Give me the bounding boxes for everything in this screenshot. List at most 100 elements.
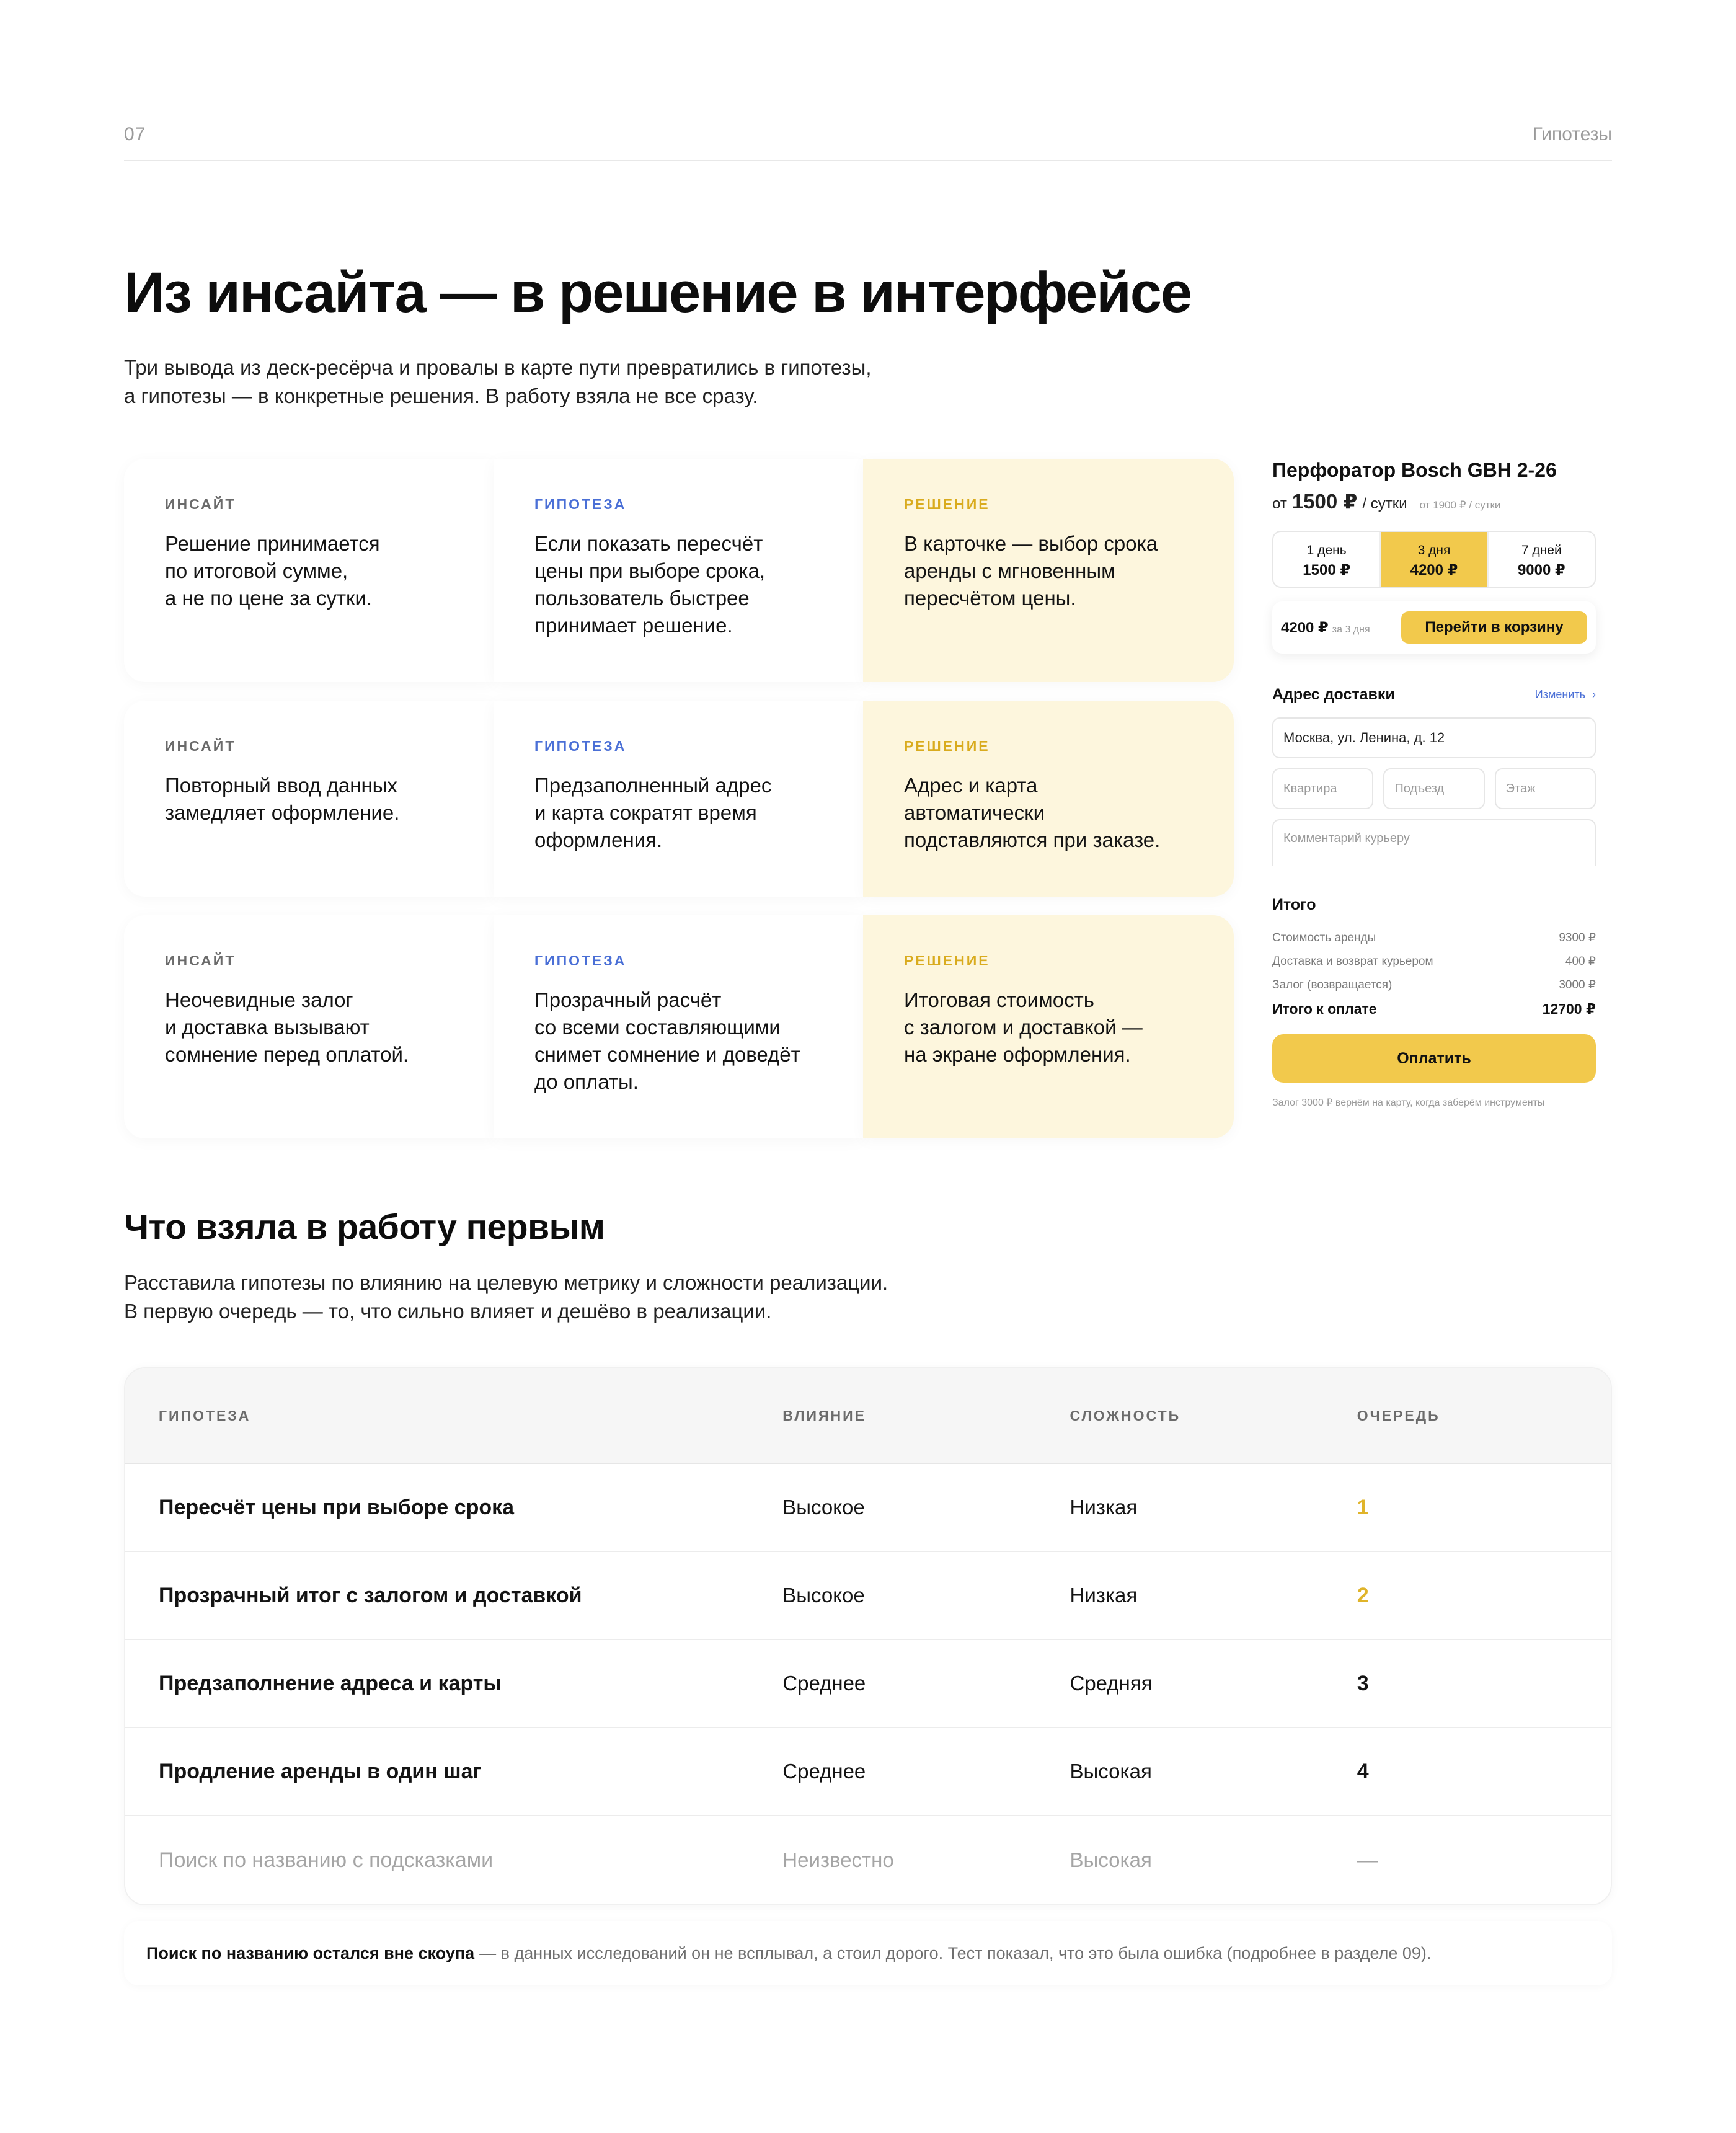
hypothesis-label: ГИПОТЕЗА bbox=[534, 496, 627, 512]
product-title: Перфоратор Bosch GBH 2-26 bbox=[1272, 459, 1557, 481]
queue-value: — bbox=[1357, 1848, 1378, 1872]
complexity-value: Низкая bbox=[1070, 1584, 1138, 1607]
priority-lead: Расставила гипотезы по влиянию на целеву… bbox=[124, 1269, 1178, 1326]
address-field[interactable]: Москва, ул. Ленина, д. 12 bbox=[1272, 717, 1596, 758]
hypothesis-name: Продление аренды в один шаг bbox=[159, 1759, 482, 1783]
address-title: Адрес доставки bbox=[1272, 686, 1395, 703]
queue-value: 3 bbox=[1357, 1671, 1369, 1695]
queue-value: 1 bbox=[1357, 1495, 1369, 1519]
column-header-impact: ВЛИЯНИЕ bbox=[782, 1407, 867, 1424]
text-line: Итоговая стоимость bbox=[904, 988, 1094, 1011]
complexity-value: Высокая bbox=[1070, 1848, 1152, 1871]
summary-line: Доставка и возврат курьером 400 ₽ bbox=[1272, 950, 1596, 973]
page-number: 07 bbox=[124, 124, 146, 144]
insight-label: ИНСАЙТ bbox=[165, 738, 236, 754]
text-line: оформления. bbox=[534, 828, 663, 851]
table-header: ГИПОТЕЗА ВЛИЯНИЕ СЛОЖНОСТЬ ОЧЕРЕДЬ bbox=[125, 1368, 1611, 1464]
solution-text: Адрес и карта автоматически подставляютс… bbox=[904, 772, 1193, 854]
period-option-3-days[interactable]: 3 дня 4200 ₽ bbox=[1381, 532, 1489, 587]
table-row: Предзаполнение адреса и карты Среднее Ср… bbox=[125, 1640, 1611, 1728]
pay-note: Залог 3000 ₽ вернём на карту, когда забе… bbox=[1272, 1098, 1545, 1108]
text-line: Решение принимается bbox=[165, 532, 380, 555]
summary-list: Стоимость аренды 9300 ₽ Доставка и возвр… bbox=[1272, 926, 1596, 1021]
hypothesis-text: Прозрачный расчёт со всеми составляющими… bbox=[534, 987, 822, 1096]
period-days: 3 дня bbox=[1417, 543, 1451, 557]
text-line: со всеми составляющими bbox=[534, 1016, 781, 1039]
summary-value: 400 ₽ bbox=[1565, 955, 1596, 968]
text-line: Если показать пересчёт bbox=[534, 532, 763, 555]
hypothesis-card: ГИПОТЕЗА Прозрачный расчёт со всеми сост… bbox=[494, 915, 863, 1138]
pay-button[interactable]: Оплатить bbox=[1272, 1034, 1596, 1083]
text-line: аренды с мгновенным bbox=[904, 559, 1115, 582]
impact-value: Среднее bbox=[782, 1672, 866, 1695]
period-option-7-days[interactable]: 7 дней 9000 ₽ bbox=[1489, 532, 1595, 587]
lead-line: В первую очередь — то, что сильно влияет… bbox=[124, 1300, 772, 1323]
complexity-value: Высокая bbox=[1070, 1760, 1152, 1783]
hypothesis-text: Предзаполненный адрес и карта сократят в… bbox=[534, 772, 822, 854]
hypothesis-card: ГИПОТЕЗА Предзаполненный адрес и карта с… bbox=[494, 701, 863, 897]
page-header: 07 Гипотезы bbox=[124, 122, 1612, 161]
insight-row: ИНСАЙТ Решение принимается по итоговой с… bbox=[124, 459, 1234, 682]
queue-value: 2 bbox=[1357, 1583, 1369, 1607]
table-row: Пересчёт цены при выборе срока Высокое Н… bbox=[125, 1464, 1611, 1552]
text-line: с залогом и доставкой — bbox=[904, 1016, 1143, 1039]
table-row: Прозрачный итог с залогом и доставкой Вы… bbox=[125, 1552, 1611, 1640]
text-line: Прозрачный расчёт bbox=[534, 988, 722, 1011]
address-edit-link[interactable]: Изменить › bbox=[1535, 688, 1596, 701]
cart-period: за 3 дня bbox=[1332, 624, 1370, 635]
go-to-cart-button[interactable]: Перейти в корзину bbox=[1401, 611, 1587, 644]
text-line: а не по цене за сутки. bbox=[165, 587, 373, 610]
table-row: Продление аренды в один шаг Среднее Высо… bbox=[125, 1728, 1611, 1816]
hypothesis-name: Прозрачный итог с залогом и доставкой bbox=[159, 1583, 582, 1607]
complexity-value: Средняя bbox=[1070, 1672, 1153, 1695]
floor-field[interactable]: Этаж bbox=[1494, 768, 1596, 809]
lead-line: Расставила гипотезы по влиянию на целеву… bbox=[124, 1271, 888, 1294]
complexity-value: Низкая bbox=[1070, 1496, 1138, 1519]
text-line: по итоговой сумме, bbox=[165, 559, 348, 582]
summary-title: Итого bbox=[1272, 896, 1316, 913]
entrance-field[interactable]: Подъезд bbox=[1383, 768, 1485, 809]
total-label: Итого к оплате bbox=[1272, 1001, 1377, 1017]
hypothesis-label: ГИПОТЕЗА bbox=[534, 738, 627, 754]
scope-footnote: Поиск по названию остался вне скоупа — в… bbox=[124, 1921, 1612, 1985]
hypothesis-name: Поиск по названию с подсказками bbox=[159, 1848, 494, 1872]
summary-value: 9300 ₽ bbox=[1559, 931, 1596, 944]
insight-text: Повторный ввод данных замедляет оформлен… bbox=[165, 772, 453, 827]
insight-row: ИНСАЙТ Повторный ввод данных замедляет о… bbox=[124, 701, 1234, 897]
text-line: Предзаполненный адрес bbox=[534, 774, 772, 797]
priority-title: Что взяла в работу первым bbox=[124, 1207, 605, 1247]
solution-text: Итоговая стоимость с залогом и доставкой… bbox=[904, 987, 1193, 1068]
insight-card: ИНСАЙТ Решение принимается по итоговой с… bbox=[124, 459, 494, 682]
cart-bar: 4200 ₽ за 3 дня Перейти в корзину bbox=[1272, 601, 1596, 654]
summary-line: Стоимость аренды 9300 ₽ bbox=[1272, 926, 1596, 950]
table-row-out-of-scope: Поиск по названию с подсказками Неизвест… bbox=[125, 1816, 1611, 1904]
apartment-field[interactable]: Квартира bbox=[1272, 768, 1374, 809]
lead-line: а гипотезы — в конкретные решения. В раб… bbox=[124, 384, 758, 407]
impact-value: Среднее bbox=[782, 1760, 866, 1783]
text-line: подставляются при заказе. bbox=[904, 828, 1161, 851]
text-line: В карточке — выбор срока bbox=[904, 532, 1158, 555]
solution-text: В карточке — выбор срока аренды с мгнове… bbox=[904, 530, 1193, 612]
insight-label: ИНСАЙТ bbox=[165, 952, 236, 969]
text-line: на экране оформления. bbox=[904, 1043, 1131, 1066]
text-line: пересчётом цены. bbox=[904, 587, 1076, 610]
courier-comment-field[interactable]: Комментарий курьеру bbox=[1272, 819, 1596, 866]
text-line: автоматически bbox=[904, 801, 1045, 824]
product-price: от 1500 ₽ / сутки от 1900 ₽ / сутки bbox=[1272, 489, 1601, 513]
insight-card: ИНСАЙТ Повторный ввод данных замедляет о… bbox=[124, 701, 494, 897]
text-line: до оплаты. bbox=[534, 1070, 639, 1093]
impact-value: Высокое bbox=[782, 1584, 865, 1607]
price-unit: / сутки bbox=[1362, 495, 1407, 512]
hypothesis-label: ГИПОТЕЗА bbox=[534, 952, 627, 969]
solution-label: РЕШЕНИЕ bbox=[904, 738, 990, 754]
chevron-right-icon: › bbox=[1592, 688, 1596, 701]
price-from: от bbox=[1272, 495, 1287, 512]
solution-card: РЕШЕНИЕ Адрес и карта автоматически подс… bbox=[863, 701, 1234, 897]
insight-text: Неочевидные залог и доставка вызывают со… bbox=[165, 987, 453, 1068]
cart-sum-value: 4200 ₽ bbox=[1281, 619, 1329, 636]
section-name: Гипотезы bbox=[1532, 124, 1612, 144]
period-price: 1500 ₽ bbox=[1303, 562, 1351, 579]
summary-label: Залог (возвращается) bbox=[1272, 978, 1393, 991]
text-line: Неочевидные залог bbox=[165, 988, 353, 1011]
period-option-1-day[interactable]: 1 день 1500 ₽ bbox=[1273, 532, 1381, 587]
